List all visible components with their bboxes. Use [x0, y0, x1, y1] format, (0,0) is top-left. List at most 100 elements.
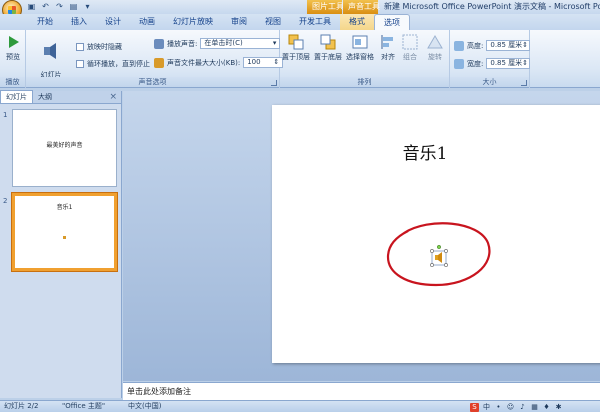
- context-sound-tools: 声音工具: [343, 0, 380, 14]
- width-input[interactable]: 0.85 厘米 ⇕: [486, 58, 531, 69]
- slide-thumbnail[interactable]: 最美好的声音: [12, 109, 117, 187]
- send-to-back-icon: [320, 34, 336, 50]
- group-label-sound-options: 声音选项: [26, 77, 279, 87]
- spinner-icon: ⇕: [522, 59, 529, 67]
- max-file-size-row: 声音文件最大大小(KB): 100 ⇕: [154, 57, 284, 68]
- group-sound-options: 幻灯片 放映音量 放映时隐藏 循环播放，直到停止 播放声音: 在单击时(C)▾ …: [26, 30, 284, 88]
- group-button[interactable]: 组合: [400, 33, 420, 62]
- bring-to-front-icon: [288, 34, 304, 50]
- tools-icon[interactable]: ✱: [554, 403, 563, 412]
- tab-view[interactable]: 视图: [256, 14, 290, 30]
- punctuation-icon[interactable]: •: [494, 403, 503, 412]
- hide-during-show-option[interactable]: 放映时隐藏: [76, 42, 122, 52]
- slide-thumbnail-selected[interactable]: 音乐1: [12, 193, 117, 271]
- office-button[interactable]: [2, 0, 22, 14]
- play-sound-row: 播放声音: 在单击时(C) ▾: [154, 38, 281, 49]
- play-sound-icon: [154, 38, 164, 49]
- chinese-mode-icon[interactable]: 中: [482, 403, 491, 412]
- microphone-icon[interactable]: ♪: [518, 403, 527, 412]
- qat-dropdown-icon[interactable]: ▾: [82, 1, 93, 12]
- save-icon[interactable]: ▣: [26, 1, 37, 12]
- context-picture-tools: 图片工具: [307, 0, 344, 14]
- slide-counter: 幻灯片 2/2: [4, 402, 39, 410]
- keyboard-icon[interactable]: ▦: [530, 403, 539, 412]
- slide-editor: 音乐1: [123, 91, 600, 381]
- quick-print-icon[interactable]: ▤: [68, 1, 79, 12]
- height-input[interactable]: 0.85 厘米 ⇕: [486, 40, 531, 51]
- bring-to-front-button[interactable]: 置于顶层: [282, 33, 310, 62]
- quick-access-toolbar: ▣ ↶ ↷ ▤ ▾: [26, 1, 93, 12]
- group-arrange: 置于顶层 置于底层 选择窗格 对齐 组合 旋转 排列: [280, 30, 450, 88]
- ribbon-tabs: 开始 插入 设计 动画 幻灯片放映 审阅 视图 开发工具 格式 选项: [0, 14, 600, 30]
- tab-animations[interactable]: 动画: [130, 14, 164, 30]
- undo-icon[interactable]: ↶: [40, 1, 51, 12]
- loop-option[interactable]: 循环播放，直到停止: [76, 59, 150, 69]
- tab-format[interactable]: 格式: [340, 14, 374, 30]
- pane-tabs: 幻灯片 大纲 ×: [0, 90, 121, 104]
- sound-file-icon: [154, 57, 164, 68]
- dialog-launcher-icon[interactable]: [271, 80, 277, 86]
- red-circle-annotation: [386, 222, 491, 287]
- align-icon: [381, 35, 393, 49]
- slide-canvas[interactable]: 音乐1: [272, 105, 600, 363]
- speaker-icon[interactable]: [430, 245, 448, 267]
- send-to-back-button[interactable]: 置于底层: [314, 33, 342, 62]
- sound-object-with-annotation: [386, 222, 491, 287]
- group-play: 预览 播放: [0, 30, 26, 88]
- slides-pane: 幻灯片 大纲 × 1 最美好的声音 2 音乐1: [0, 90, 122, 398]
- group-icon: [402, 34, 418, 50]
- width-row: 宽度: 0.85 厘米 ⇕: [454, 58, 531, 69]
- ribbon: 预览 播放 幻灯片 放映音量 放映时隐藏 循环播放，直到停止 播放声音: 在单击…: [0, 30, 600, 88]
- slide-title[interactable]: 音乐1: [320, 139, 530, 164]
- selection-pane-button[interactable]: 选择窗格: [346, 33, 374, 62]
- sogou-icon[interactable]: S: [470, 402, 479, 412]
- tab-developer[interactable]: 开发工具: [290, 14, 340, 30]
- slide-thumbnail-title: 音乐1: [56, 204, 73, 211]
- height-icon: [454, 40, 464, 51]
- redo-icon[interactable]: ↷: [54, 1, 65, 12]
- theme-name: "Office 主题": [62, 402, 106, 410]
- play-icon: [9, 36, 19, 48]
- slide-thumbnail-title: 最美好的声音: [46, 142, 83, 149]
- tab-design[interactable]: 设计: [96, 14, 130, 30]
- tab-outline[interactable]: 大纲: [33, 91, 57, 103]
- language-indicator[interactable]: 中文(中国): [128, 401, 161, 412]
- preview-button[interactable]: 预览: [2, 33, 24, 62]
- tab-slides[interactable]: 幻灯片: [0, 90, 33, 103]
- chevron-down-icon: ▾: [272, 39, 277, 47]
- height-row: 高度: 0.85 厘米 ⇕: [454, 40, 531, 51]
- rotate-icon: [427, 35, 443, 49]
- slide-number: 1: [3, 111, 8, 119]
- window-title: 新建 Microsoft Office PowerPoint 演示文稿 - Mi…: [384, 2, 600, 11]
- spinner-icon: ⇕: [273, 58, 280, 66]
- volume-icon: [44, 43, 56, 59]
- skin-icon[interactable]: ♦: [542, 403, 551, 412]
- loop-checkbox[interactable]: [76, 60, 84, 68]
- notes-field[interactable]: 单击此处添加备注: [123, 382, 600, 400]
- dialog-launcher-icon[interactable]: [521, 80, 527, 86]
- width-icon: [454, 58, 464, 69]
- slide-number: 2: [3, 197, 8, 205]
- tab-home[interactable]: 开始: [28, 14, 62, 30]
- tab-insert[interactable]: 插入: [62, 14, 96, 30]
- play-sound-dropdown[interactable]: 在单击时(C) ▾: [200, 38, 281, 49]
- selection-pane-icon: [352, 35, 368, 49]
- emoji-icon[interactable]: ☺: [506, 403, 515, 412]
- sound-icon: [63, 236, 66, 239]
- max-file-size-input[interactable]: 100 ⇕: [243, 57, 284, 68]
- group-label-size: 大小: [450, 77, 529, 87]
- group-size: 高度: 0.85 厘米 ⇕ 宽度: 0.85 厘米 ⇕ 大小: [450, 30, 531, 88]
- tab-slideshow[interactable]: 幻灯片放映: [164, 14, 222, 30]
- group-label-arrange: 排列: [280, 77, 449, 87]
- align-button[interactable]: 对齐: [378, 33, 398, 62]
- status-bar: 幻灯片 2/2 "Office 主题" 中文(中国) S 中 • ☺ ♪ ▦ ♦…: [0, 400, 600, 412]
- close-icon[interactable]: ×: [109, 92, 117, 102]
- hide-during-show-checkbox[interactable]: [76, 43, 84, 51]
- ime-tray: S 中 • ☺ ♪ ▦ ♦ ✱: [470, 401, 563, 412]
- rotate-button[interactable]: 旋转: [424, 33, 446, 62]
- tab-review[interactable]: 审阅: [222, 14, 256, 30]
- group-label-play: 播放: [0, 77, 25, 87]
- tab-options[interactable]: 选项: [374, 14, 410, 30]
- title-bar: ▣ ↶ ↷ ▤ ▾ 图片工具 声音工具 新建 Microsoft Office …: [0, 0, 600, 14]
- spinner-icon: ⇕: [522, 41, 529, 49]
